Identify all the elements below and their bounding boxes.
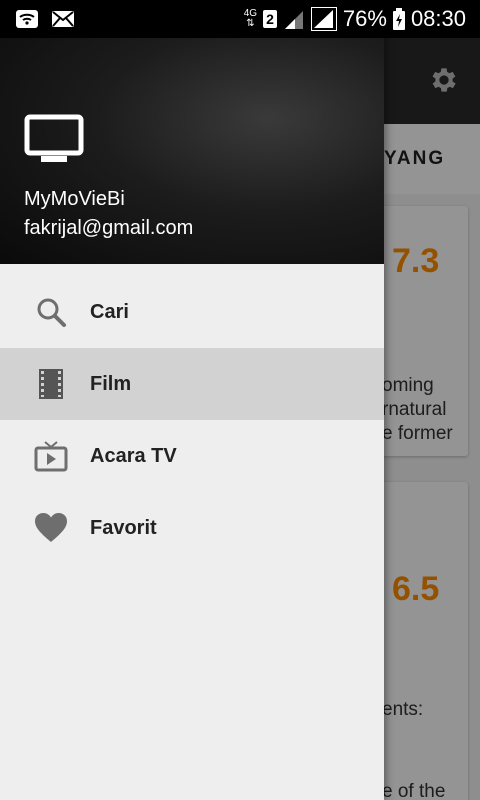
film-icon [39,369,63,399]
drawer-menu: Cari Film Acara TV Favorit [0,276,384,564]
mail-icon [52,11,74,27]
signal-icon [310,7,337,31]
network-type: 4G ⇅ [243,8,258,29]
battery-percent: 76% [342,6,387,31]
battery-icon [392,8,405,30]
heart-icon [35,513,67,542]
user-email: fakrijal@gmail.com [24,217,194,239]
sim-slot-badge: 2 [263,10,277,28]
navigation-drawer: MyMoVieBi fakrijal@gmail.com Cari Film A… [0,0,384,800]
app-name: MyMoVieBi [24,188,125,210]
wifi-icon [16,10,38,28]
menu-item-search[interactable]: Cari [0,276,384,348]
menu-item-favorites[interactable]: Favorit [0,492,384,564]
tv-icon [24,114,84,162]
search-icon [37,298,66,327]
menu-item-label: Favorit [90,516,157,539]
menu-item-film[interactable]: Film [0,348,384,420]
clock: 08:30 [410,6,466,31]
signal-icon [284,11,303,29]
tv-show-icon [34,441,68,472]
menu-item-label: Acara TV [90,444,177,467]
drawer-header: MyMoVieBi fakrijal@gmail.com [0,0,384,264]
menu-item-tv-shows[interactable]: Acara TV [0,420,384,492]
menu-item-label: Cari [90,300,129,323]
status-bar: 4G ⇅ 2 76% 08:30 [0,0,480,38]
menu-item-label: Film [90,372,132,395]
